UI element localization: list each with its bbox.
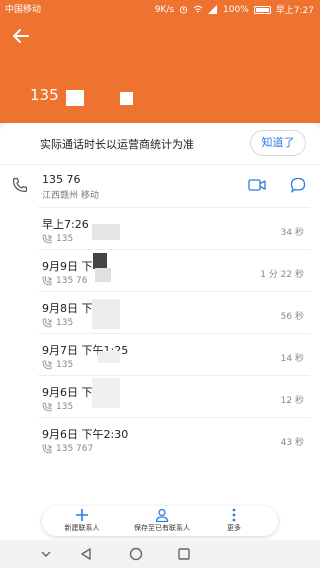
save-to-contact-button[interactable]: 保存至已有联系人 [124,506,200,536]
alarm-icon [179,6,188,14]
call-number-line: 135 [42,402,73,412]
home-circle-icon[interactable] [128,546,144,562]
call-number-line: 135 76 [42,276,88,286]
call-detail-card: 实际通话时长以运营商统计为准 知道了 135 76 江西赣州 移动 早上7:26… [0,123,320,568]
call-log-row[interactable]: 早上7:26 135 34 秒 [38,207,310,249]
incoming-call-icon [42,234,52,244]
incoming-call-icon [42,276,52,286]
redaction-mask [66,90,84,106]
plus-icon [76,509,88,521]
header: 中国移动 9K/s 100% 早上7:27 135 [0,0,320,123]
call-number: 135 [56,402,74,412]
wifi-icon [193,5,203,13]
call-duration: 56 秒 [280,312,304,322]
call-number: 135 76 [56,276,88,286]
redaction-mask [92,224,120,240]
new-contact-button[interactable]: 新建联系人 [50,506,114,536]
redaction-mask [98,351,120,363]
call-duration: 34 秒 [280,228,304,238]
incoming-call-icon [42,360,52,370]
back-arrow-icon[interactable] [10,25,32,47]
call-number-line: 135 767 [42,444,93,454]
back-triangle-icon[interactable] [78,546,94,562]
call-log-row[interactable]: 9月9日 下午 135 76 1 分 22 秒 [38,249,310,291]
status-bar: 中国移动 9K/s 100% 早上7:27 [0,0,320,18]
divider [0,164,320,165]
call-log-row[interactable]: 9月7日 下午1:25 135 14 秒 [38,333,310,375]
header-number: 135 [30,86,59,104]
incoming-call-icon [42,318,52,328]
bottom-action-bar: 新建联系人 保存至已有联系人 更多 [42,506,278,536]
incoming-call-icon [42,444,52,454]
new-contact-label: 新建联系人 [64,524,100,532]
notice-text: 实际通话时长以运营商统计为准 [40,138,194,151]
call-time: 早上7:26 [42,218,89,231]
call-number-line: 135 [42,318,73,328]
incoming-call-icon [42,402,52,412]
contact-location: 江西赣州 移动 [42,191,99,201]
more-dots-icon [232,508,236,522]
call-number: 135 [56,234,74,244]
call-number-line: 135 [42,234,73,244]
status-right: 9K/s 100% 早上7:27 [154,3,314,17]
redaction-mask [92,299,120,329]
battery-percent: 100% [223,4,249,15]
system-nav-bar [0,540,320,568]
call-duration: 14 秒 [280,354,304,364]
network-speed: 9K/s [154,4,175,15]
signal-icon [208,5,218,14]
message-icon[interactable] [290,177,306,193]
call-number-line: 135 [42,360,73,370]
battery-icon [253,5,271,14]
call-log-row[interactable]: 9月8日 下午 135 56 秒 [38,291,310,333]
call-duration: 12 秒 [280,396,304,406]
redaction-mask [93,253,107,269]
carrier-label: 中国移动 [5,5,42,15]
call-time: 9月6日 下午2:30 [42,428,129,441]
save-to-contact-label: 保存至已有联系人 [134,524,190,532]
contact-number: 135 76 [42,173,81,186]
phone-icon[interactable] [12,177,28,193]
redaction-mask [120,92,133,105]
redaction-mask [92,378,120,408]
contact-row: 135 76 江西赣州 移动 [0,171,320,203]
more-label: 更多 [227,524,241,532]
got-it-button[interactable]: 知道了 [250,130,306,156]
video-call-icon[interactable] [248,178,266,192]
call-duration: 1 分 22 秒 [260,270,304,280]
call-log-row[interactable]: 9月6日 下午 135 12 秒 [38,375,310,417]
recents-square-icon[interactable] [176,546,192,562]
redaction-mask [95,268,111,282]
more-button[interactable]: 更多 [214,506,254,536]
call-number: 135 767 [56,444,94,454]
call-number: 135 [56,318,74,328]
call-number: 135 [56,360,74,370]
call-log-row[interactable]: 9月6日 下午2:30 135 767 43 秒 [38,417,310,459]
collapse-chevron-icon[interactable] [38,546,54,562]
status-time: 早上7:27 [275,6,314,16]
person-icon [155,508,169,522]
call-duration: 43 秒 [280,438,304,448]
